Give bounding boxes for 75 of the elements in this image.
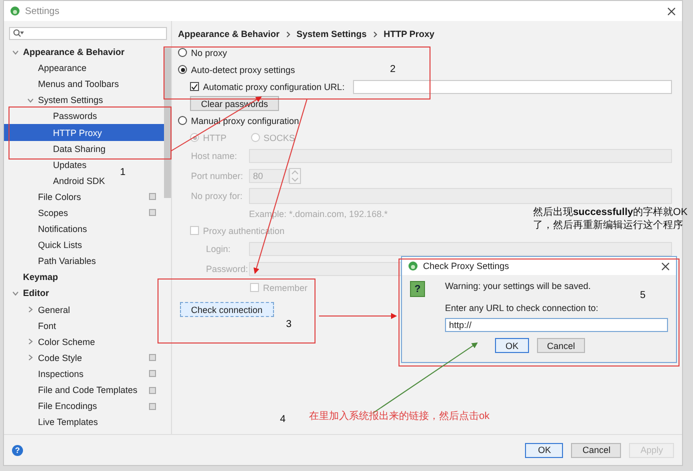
tree-item[interactable]: Menus and Toolbars xyxy=(38,79,119,90)
collapsed-caret-icon[interactable] xyxy=(27,306,34,314)
app-icon xyxy=(10,6,20,16)
collapsed-caret-icon[interactable] xyxy=(27,338,34,346)
radio-button[interactable] xyxy=(178,48,187,57)
tree-item[interactable]: Keymap xyxy=(23,272,58,282)
tree-item[interactable]: General xyxy=(38,304,70,315)
url-input-field[interactable]: http:// xyxy=(445,318,668,332)
tree-item[interactable]: File and Code Templates xyxy=(38,385,138,396)
help-icon[interactable]: ? xyxy=(12,444,23,456)
tree-item[interactable]: Updates xyxy=(53,160,87,170)
tree-item[interactable]: Android SDK xyxy=(53,176,106,186)
step-number: 1 xyxy=(120,167,126,178)
step-number: 5 xyxy=(640,290,646,301)
step-number: 2 xyxy=(390,64,396,75)
dialog-button[interactable]: Cancel xyxy=(537,338,585,353)
radio-button[interactable] xyxy=(178,116,187,125)
dialog-button[interactable]: OK xyxy=(495,338,529,353)
field-label: Port number: xyxy=(191,171,244,181)
tree-item[interactable]: Data Sharing xyxy=(53,144,106,154)
tree-item[interactable]: Live Templates xyxy=(38,417,98,428)
radio-label[interactable]: Manual proxy configuration xyxy=(191,116,300,126)
annotation-note: 然后出现successfully的字样就OK了，然后再重新编辑运行这个程序 xyxy=(533,207,688,232)
chevron-icon xyxy=(286,30,291,38)
checkbox-label[interactable]: Automatic proxy configuration URL: xyxy=(203,82,345,92)
field-label: Login: xyxy=(206,244,232,254)
tree-item[interactable]: Color Scheme xyxy=(38,336,96,347)
window-title: Settings xyxy=(25,6,60,16)
radio-label[interactable]: No proxy xyxy=(191,48,228,58)
close-icon[interactable] xyxy=(661,262,670,270)
tree-item[interactable]: System Settings xyxy=(38,95,104,106)
breadcrumb-item[interactable]: System Settings xyxy=(296,29,367,39)
chevron-icon xyxy=(372,30,378,38)
field-label: Host name: xyxy=(191,151,238,161)
tree-item[interactable]: File Encodings xyxy=(38,401,98,412)
url-input-field[interactable] xyxy=(352,80,672,94)
checkbox[interactable] xyxy=(190,82,199,91)
tree-item[interactable]: Editor xyxy=(23,288,49,298)
tree-item[interactable]: Font xyxy=(38,320,56,331)
tree-item[interactable]: Scopes xyxy=(38,208,68,218)
step-number: 4 xyxy=(280,414,286,425)
tree-item[interactable]: File Colors xyxy=(38,192,82,202)
expanded-caret-icon[interactable] xyxy=(12,290,19,297)
collapsed-caret-icon[interactable] xyxy=(27,354,34,362)
field-label: Password: xyxy=(206,264,249,274)
tree-item[interactable]: Inspections xyxy=(38,368,84,379)
prompt-text: Enter any URL to check connection to: xyxy=(445,303,600,313)
tree-item[interactable]: Appearance & Behavior xyxy=(23,47,125,58)
tree-item[interactable]: Appearance xyxy=(38,63,87,74)
tree-item[interactable]: Quick Lists xyxy=(38,240,82,250)
tree-item[interactable]: Path Variables xyxy=(38,256,96,266)
expanded-caret-icon[interactable] xyxy=(27,96,34,104)
annotation-note: 在里加入系统报出来的链接，然后点击ok xyxy=(309,410,490,423)
scrollbar-thumb[interactable] xyxy=(164,48,171,198)
step-number: 3 xyxy=(286,319,292,330)
dialog-title: Check Proxy Settings xyxy=(423,261,510,271)
expanded-caret-icon[interactable] xyxy=(12,48,19,56)
tree-item[interactable]: Notifications xyxy=(38,224,88,234)
field-label: No proxy for: xyxy=(191,191,244,201)
tree-item[interactable]: Passwords xyxy=(53,111,98,122)
footer-button[interactable]: Cancel xyxy=(571,442,622,458)
tree-item[interactable]: Code Style xyxy=(38,352,82,363)
search-field[interactable] xyxy=(9,27,167,40)
app-icon xyxy=(408,261,418,271)
close-icon[interactable] xyxy=(667,6,676,16)
search-icon xyxy=(13,29,24,38)
warning-text: Warning: your settings will be saved. xyxy=(445,281,592,291)
radio-button[interactable] xyxy=(178,65,187,74)
tree-item[interactable]: HTTP Proxy xyxy=(53,128,102,138)
radio-label[interactable]: Auto-detect proxy settings xyxy=(191,64,296,74)
breadcrumb-item[interactable]: Appearance & Behavior xyxy=(178,29,280,39)
question-icon: ? xyxy=(410,281,425,297)
check-connection-button[interactable]: Check connection xyxy=(180,302,274,317)
breadcrumb-item[interactable]: HTTP Proxy xyxy=(384,29,434,39)
footer-button[interactable]: OK xyxy=(525,442,564,458)
